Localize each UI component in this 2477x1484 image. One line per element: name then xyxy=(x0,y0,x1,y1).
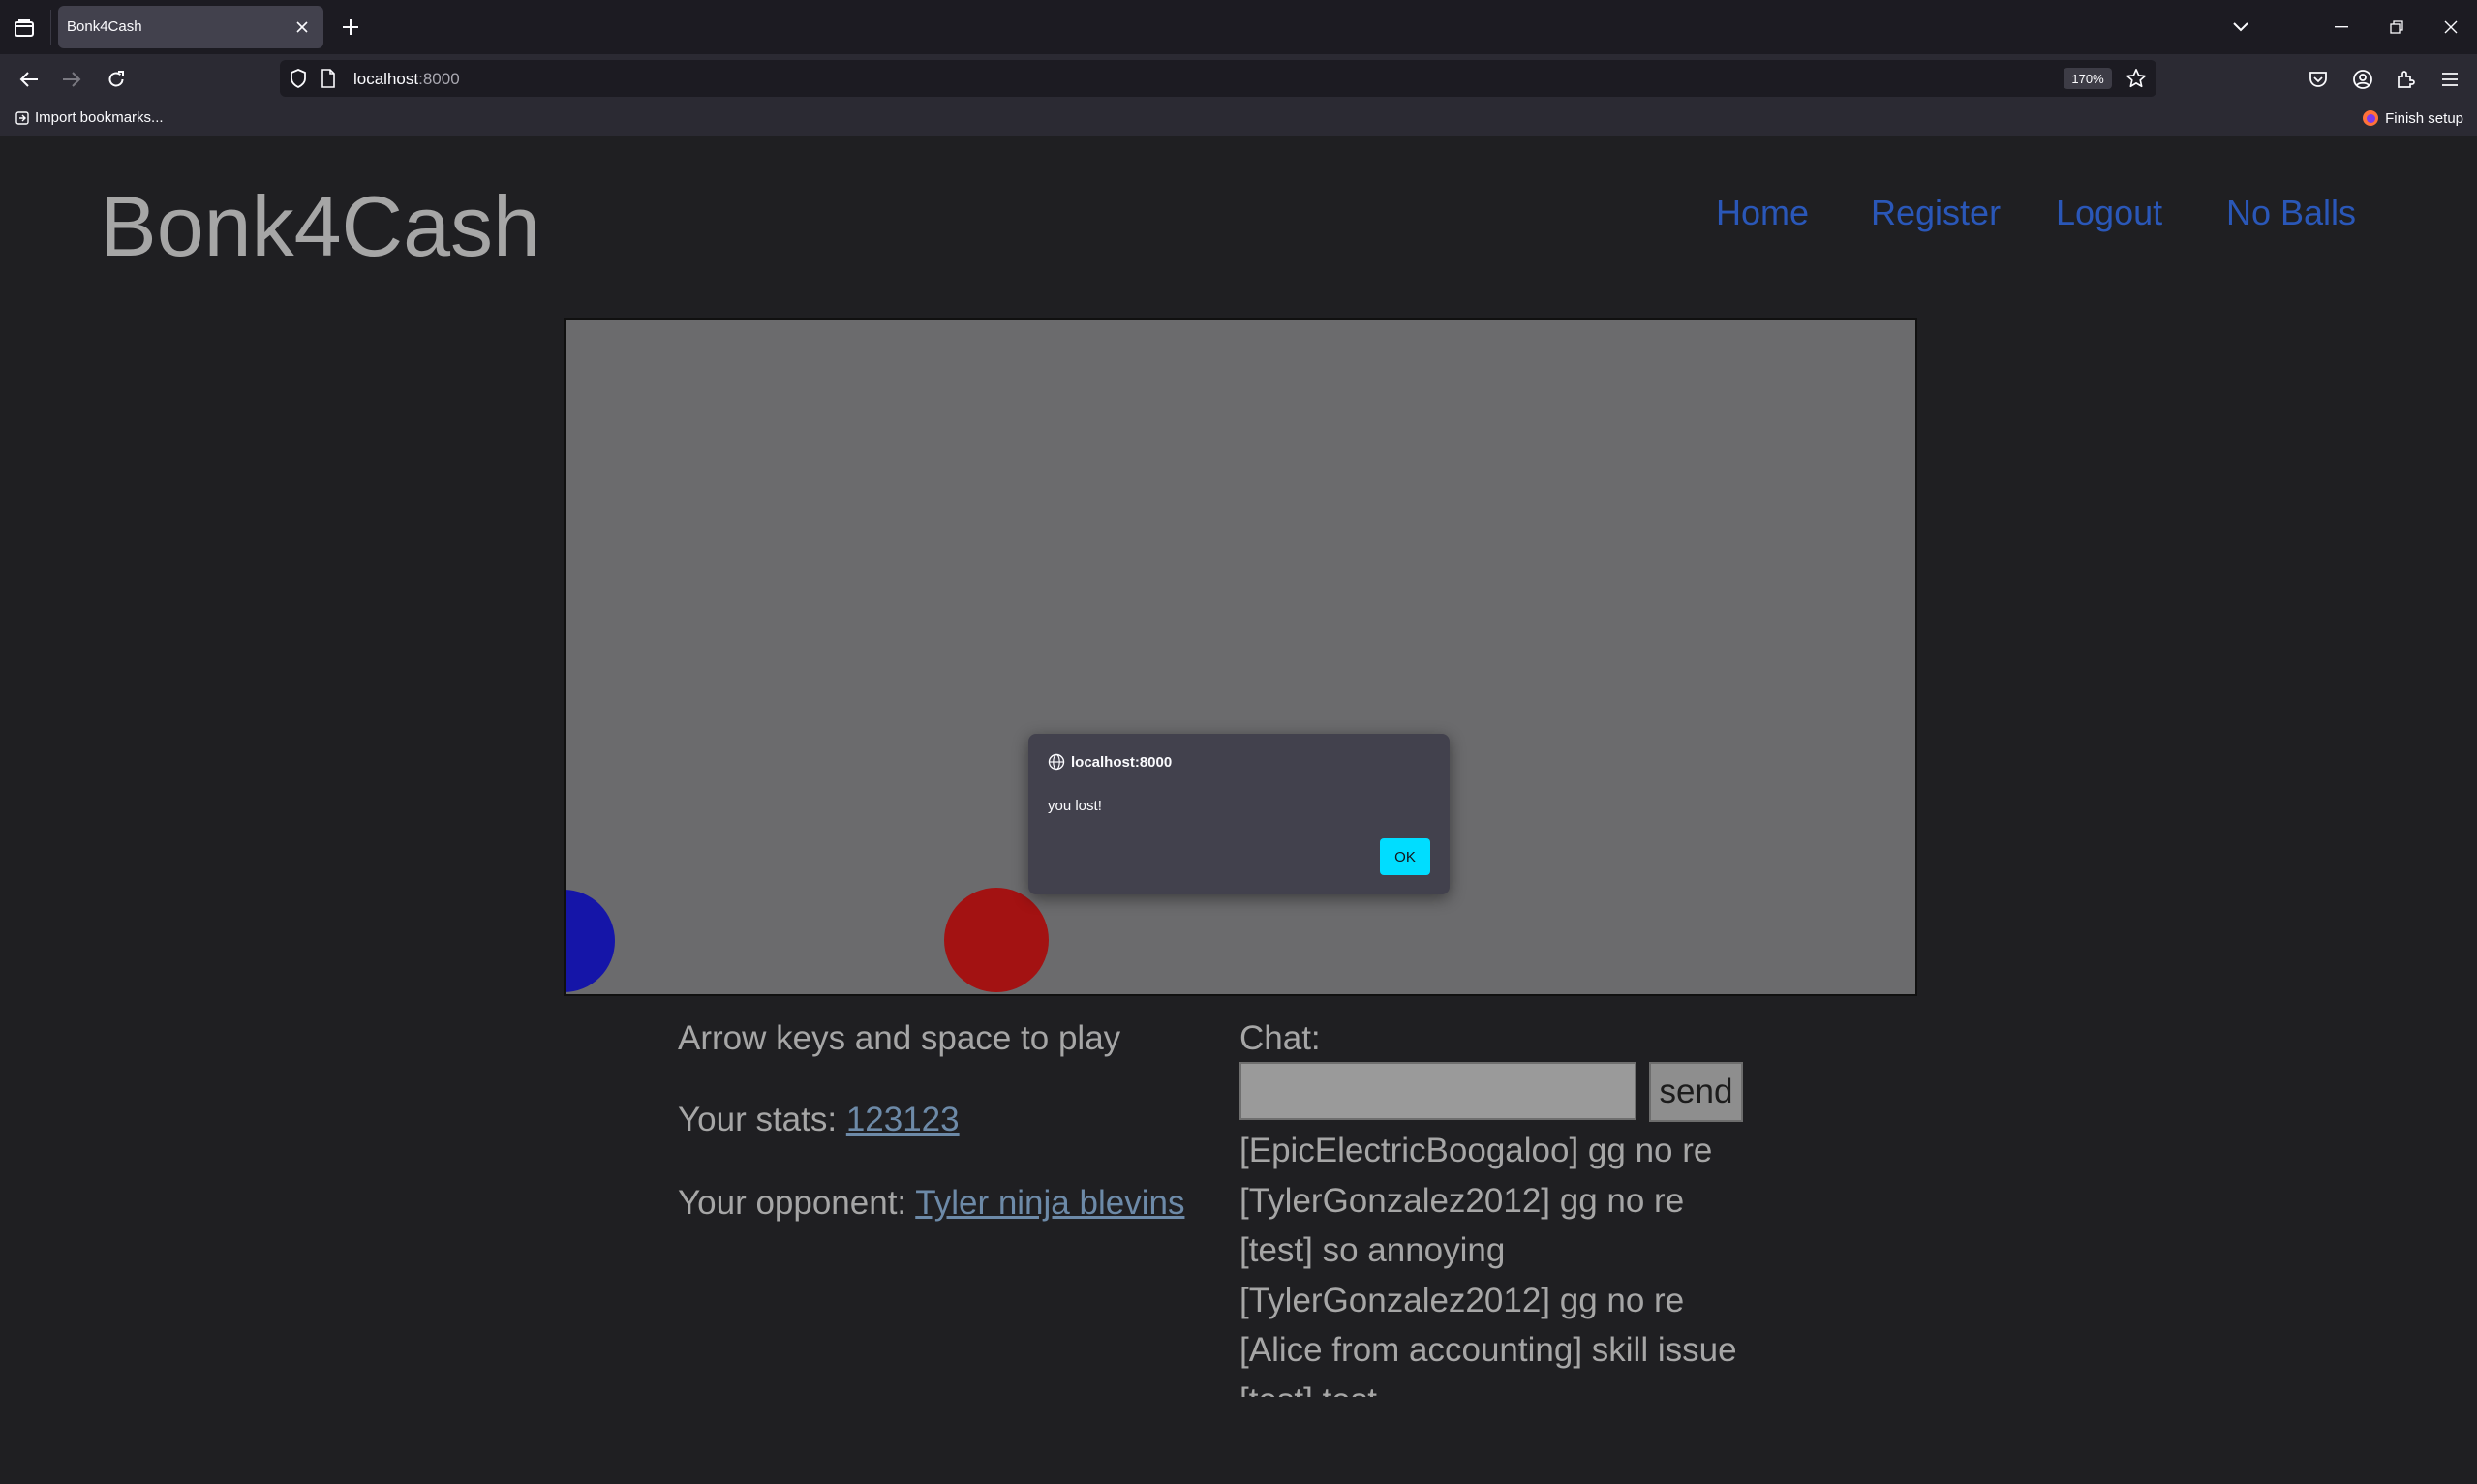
instructions-text: Arrow keys and space to play xyxy=(678,1019,1121,1057)
new-tab-icon[interactable] xyxy=(337,14,364,41)
opponent-ball-red xyxy=(944,888,1049,992)
firefox-icon xyxy=(2363,110,2379,126)
browser-tab-bar: Bonk4Cash xyxy=(0,0,2477,54)
opponent-link[interactable]: Tyler ninja blevins xyxy=(915,1184,1184,1222)
nav-home-link[interactable]: Home xyxy=(1716,193,1809,233)
opponent-label: Your opponent: xyxy=(678,1184,916,1222)
chat-message: [test] so annoying xyxy=(1239,1231,1506,1269)
zoom-level-badge[interactable]: 170% xyxy=(2064,68,2112,89)
app-menu-icon[interactable] xyxy=(2434,64,2465,95)
your-opponent: Your opponent: Tyler ninja blevins xyxy=(678,1184,1184,1223)
tab-separator xyxy=(50,10,51,45)
close-tab-icon[interactable] xyxy=(291,15,314,39)
reload-icon[interactable] xyxy=(101,64,132,95)
chat-input[interactable] xyxy=(1239,1062,1636,1120)
chat-message: [Alice from accounting] skill issue xyxy=(1239,1331,1737,1369)
stats-label: Your stats: xyxy=(678,1101,846,1138)
import-bookmarks-link[interactable]: Import bookmarks... xyxy=(15,109,164,126)
chat-message: [TylerGonzalez2012] gg no re xyxy=(1239,1281,1685,1319)
chat-message: [TylerGonzalez2012] gg no re xyxy=(1239,1181,1685,1220)
alert-dialog: localhost:8000 you lost! OK xyxy=(1028,734,1450,894)
url-host: localhost xyxy=(353,70,419,88)
browser-nav-bar: localhost:8000 170% xyxy=(0,54,2477,103)
dialog-origin-text: localhost:8000 xyxy=(1071,753,1173,771)
stats-link[interactable]: 123123 xyxy=(846,1101,960,1138)
url-port: :8000 xyxy=(418,70,460,88)
account-icon[interactable] xyxy=(2347,64,2378,95)
forward-icon[interactable] xyxy=(56,64,87,95)
back-icon[interactable] xyxy=(14,64,45,95)
page-info-icon[interactable] xyxy=(321,69,336,93)
chat-message: [test] test xyxy=(1239,1376,1917,1398)
your-stats: Your stats: 123123 xyxy=(678,1101,960,1139)
dialog-ok-button[interactable]: OK xyxy=(1380,838,1430,875)
bookmark-star-icon[interactable] xyxy=(2125,68,2147,94)
address-bar[interactable]: localhost:8000 170% xyxy=(280,60,2156,97)
nav-register-link[interactable]: Register xyxy=(1871,193,2001,233)
tab-title: Bonk4Cash xyxy=(67,18,142,35)
import-bookmarks-label: Import bookmarks... xyxy=(35,109,164,126)
game-canvas[interactable] xyxy=(564,318,1917,996)
send-button[interactable]: send xyxy=(1649,1062,1743,1122)
restore-icon[interactable] xyxy=(2380,12,2413,43)
bookmarks-toolbar: Import bookmarks... Finish setup xyxy=(0,103,2477,136)
close-window-icon[interactable] xyxy=(2434,12,2467,43)
chat-message: [EpicElectricBoogaloo] gg no re xyxy=(1239,1132,1713,1169)
dialog-origin: localhost:8000 xyxy=(1048,753,1172,771)
globe-icon xyxy=(1048,753,1065,771)
player-ball-blue xyxy=(566,890,615,992)
finish-setup-label: Finish setup xyxy=(2385,109,2463,127)
list-all-tabs-icon[interactable] xyxy=(2224,12,2257,43)
chat-label: Chat: xyxy=(1239,1019,1321,1057)
tab-bonk4cash[interactable]: Bonk4Cash xyxy=(58,6,323,48)
tab-list-icon[interactable] xyxy=(10,14,39,43)
page-content: Bonk4Cash Home Register Logout No Balls … xyxy=(0,136,2477,1484)
site-title: Bonk4Cash xyxy=(100,178,540,274)
nav-logout-link[interactable]: Logout xyxy=(2056,193,2162,233)
pocket-icon[interactable] xyxy=(2303,64,2334,95)
dialog-message: you lost! xyxy=(1048,798,1102,814)
extensions-icon[interactable] xyxy=(2390,64,2421,95)
tracking-protection-icon[interactable] xyxy=(290,69,307,93)
minimize-icon[interactable] xyxy=(2325,12,2358,43)
url-text[interactable]: localhost:8000 xyxy=(353,70,460,89)
nav-no-balls-link[interactable]: No Balls xyxy=(2226,193,2356,233)
chat-log[interactable]: [EpicElectricBoogaloo] gg no re [TylerGo… xyxy=(1239,1126,1917,1397)
import-icon xyxy=(15,110,29,125)
finish-setup-link[interactable]: Finish setup xyxy=(2362,109,2463,127)
